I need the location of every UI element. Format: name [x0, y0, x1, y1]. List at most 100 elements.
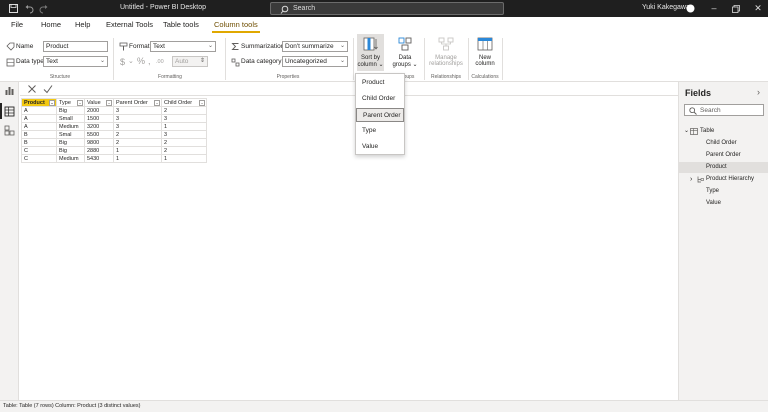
- comma-button[interactable]: ,: [148, 56, 151, 66]
- cell: 3: [161, 114, 207, 123]
- field-product-hierarchy[interactable]: › Product Hierarchy: [679, 174, 768, 185]
- fields-pane: Fields › Search ⌄ Table Child Order Pare…: [678, 82, 768, 400]
- data-groups-button[interactable]: Data groups ⌄: [391, 34, 419, 71]
- column-header-child-order[interactable]: Child Order ⌄: [161, 98, 207, 107]
- cell: 1500: [84, 114, 114, 123]
- menu-file[interactable]: File: [11, 20, 23, 29]
- currency-dropdown[interactable]: ⌄: [128, 57, 134, 65]
- data-type-label: Data type: [16, 58, 44, 65]
- cell: Smal: [56, 130, 85, 139]
- divider: [225, 38, 226, 80]
- cell: 3: [113, 114, 162, 123]
- group-label-formatting: Formatting: [158, 74, 182, 80]
- column-header-value[interactable]: Value ⌄: [84, 98, 114, 107]
- close-button[interactable]: ✕: [748, 2, 768, 15]
- table-row[interactable]: A Big 2000 3 2: [21, 106, 207, 115]
- minimize-button[interactable]: –: [704, 2, 724, 15]
- auto-value: Auto: [175, 58, 189, 65]
- sort-option-child-order[interactable]: Child Order: [356, 92, 404, 106]
- menu-help[interactable]: Help: [75, 20, 90, 29]
- cell: 1: [113, 154, 162, 163]
- chevron-down-icon: ⌄: [99, 58, 105, 64]
- menu-table-tools[interactable]: Table tools: [163, 20, 199, 29]
- model-view-icon[interactable]: [4, 125, 15, 136]
- cell: Big: [56, 106, 85, 115]
- table-name: Table: [700, 128, 715, 134]
- table-row[interactable]: A Medium 3200 3 1: [21, 122, 207, 131]
- user-name[interactable]: Yuki Kakegawa: [642, 4, 690, 11]
- decimals-button[interactable]: .00: [156, 59, 164, 65]
- restore-icon: [732, 5, 740, 13]
- currency-button[interactable]: $: [120, 57, 125, 67]
- filter-icon[interactable]: ⌄: [106, 100, 112, 106]
- cell: 2000: [84, 106, 114, 115]
- cell: 5500: [84, 130, 114, 139]
- field-value[interactable]: Value: [679, 198, 768, 209]
- field-type[interactable]: Type: [679, 186, 768, 197]
- field-product[interactable]: Product: [679, 162, 768, 173]
- status-text: Table: Table (7 rows) Column: Product (3…: [3, 403, 141, 409]
- filter-icon[interactable]: ⌄: [154, 100, 160, 106]
- sort-option-product[interactable]: Product: [356, 76, 404, 90]
- filter-icon[interactable]: ⌄: [199, 100, 205, 106]
- group-label-structure: Structure: [49, 74, 71, 80]
- menu-home[interactable]: Home: [41, 20, 61, 29]
- table-row[interactable]: C Medium 5430 1 1: [21, 154, 207, 163]
- menu-external-tools[interactable]: External Tools: [106, 20, 153, 29]
- avatar[interactable]: [686, 4, 695, 13]
- save-icon[interactable]: [8, 3, 19, 14]
- new-column-button[interactable]: New column: [471, 34, 499, 71]
- undo-icon[interactable]: [24, 3, 35, 14]
- filter-icon[interactable]: ⌄: [49, 100, 55, 106]
- commit-check-icon[interactable]: [43, 84, 53, 94]
- field-child-order[interactable]: Child Order: [679, 138, 768, 149]
- data-type-icon: [6, 58, 15, 67]
- cell: A: [21, 106, 57, 115]
- data-category-select[interactable]: Uncategorized ⌄: [282, 56, 348, 67]
- cell: 2: [161, 106, 207, 115]
- name-input[interactable]: Product: [43, 41, 108, 52]
- chevron-down-icon: ⌄: [339, 43, 345, 49]
- column-header-parent-order[interactable]: Parent Order ⌄: [113, 98, 162, 107]
- cell: A: [21, 114, 57, 123]
- data-view-icon[interactable]: [4, 106, 15, 117]
- report-view-icon[interactable]: [4, 85, 15, 96]
- decimal-places-input[interactable]: Auto ⇕: [172, 56, 208, 67]
- group-label-properties: Properties: [276, 74, 300, 80]
- sort-by-column-button[interactable]: Sort by column ⌄: [357, 34, 384, 71]
- cancel-icon[interactable]: [27, 84, 37, 94]
- active-view-indicator: [0, 103, 2, 119]
- filter-icon[interactable]: ⌄: [77, 100, 83, 106]
- table-row[interactable]: A Small 1500 3 3: [21, 114, 207, 123]
- format-select[interactable]: Text ⌄: [150, 41, 216, 52]
- column-header-type[interactable]: Type ⌄: [56, 98, 85, 107]
- redo-icon[interactable]: [38, 3, 49, 14]
- cell: 1: [113, 146, 162, 155]
- table-row[interactable]: B Smal 5500 2 3: [21, 130, 207, 139]
- data-type-select[interactable]: Text ⌄: [43, 56, 108, 67]
- table-row[interactable]: C Big 2880 1 2: [21, 146, 207, 155]
- chevron-right-icon: ›: [690, 176, 693, 183]
- search-box[interactable]: Search: [270, 2, 504, 15]
- menu-bar: File Home Help External Tools Table tool…: [0, 17, 768, 34]
- field-label: Child Order: [706, 140, 737, 146]
- cell: C: [21, 146, 57, 155]
- field-parent-order[interactable]: Parent Order: [679, 150, 768, 161]
- manage-relationships-button[interactable]: Manage relationships: [427, 34, 465, 71]
- fields-search-input[interactable]: Search: [684, 104, 764, 116]
- column-header-product[interactable]: Product ⌄: [21, 98, 57, 107]
- collapse-pane-icon[interactable]: ›: [757, 87, 760, 97]
- percent-button[interactable]: %: [137, 56, 145, 66]
- sort-option-type[interactable]: Type: [356, 124, 404, 138]
- menu-column-tools[interactable]: Column tools: [214, 20, 258, 29]
- group-label-relationships: Relationships: [430, 74, 462, 80]
- table-row[interactable]: B Big 9800 2 2: [21, 138, 207, 147]
- maximize-button[interactable]: [726, 2, 746, 15]
- sort-option-value[interactable]: Value: [356, 140, 404, 154]
- summarization-select[interactable]: Don't summarize ⌄: [282, 41, 348, 52]
- table-node[interactable]: ⌄ Table: [679, 126, 768, 137]
- sort-option-parent-order[interactable]: Parent Order: [356, 108, 404, 122]
- group-label-calculations: Calculations: [471, 74, 499, 80]
- name-value: Product: [46, 43, 69, 50]
- chevron-down-icon: ⌄: [207, 43, 213, 49]
